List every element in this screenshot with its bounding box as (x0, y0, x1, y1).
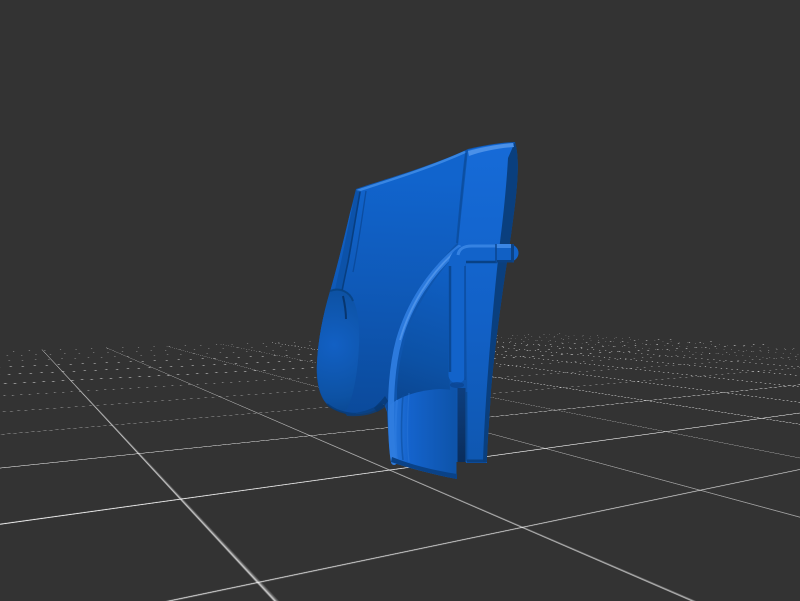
model-mesh (317, 142, 518, 480)
model-side-tab (496, 244, 514, 263)
model-ridge-bulb-shadow (450, 382, 464, 388)
model-3d[interactable] (0, 0, 800, 601)
viewport-3d[interactable] (0, 0, 800, 601)
model-front-leg (389, 389, 457, 479)
model-slot-gap (457, 462, 467, 480)
model-slot-shadow (458, 388, 466, 462)
